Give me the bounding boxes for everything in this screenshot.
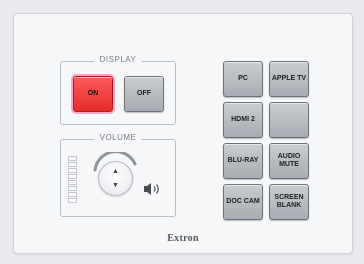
screen-blank-button[interactable]: SCREEN BLANK [269, 184, 309, 220]
speaker-icon [144, 183, 159, 195]
display-group: DISPLAY ON OFF [60, 55, 176, 125]
volume-level-segment [68, 186, 77, 191]
source-button-label: APPLE TV [271, 75, 307, 82]
volume-group-title: VOLUME [94, 133, 142, 142]
source-pc-button[interactable]: PC [223, 61, 263, 97]
volume-level-meter [68, 156, 77, 204]
volume-down-button[interactable]: ▼ [112, 182, 119, 189]
brand-logo: Extron [167, 233, 199, 244]
display-group-title: DISPLAY [94, 55, 142, 64]
volume-level-segment [68, 192, 77, 197]
volume-group: VOLUME ▲ ▼ [60, 133, 176, 217]
volume-level-segment [68, 198, 77, 203]
display-off-label: OFF [137, 90, 151, 97]
volume-level-segment [68, 162, 77, 167]
display-on-label: ON [87, 90, 99, 97]
volume-up-button[interactable]: ▲ [112, 168, 119, 175]
source-button-label: SCREEN BLANK [274, 194, 304, 209]
source-hdmi2-button[interactable]: HDMI 2 [223, 102, 263, 138]
display-off-button[interactable]: OFF [124, 76, 164, 112]
source-doc-cam-button[interactable]: DOC CAM [223, 184, 263, 220]
source-blank-button[interactable] [269, 102, 309, 138]
control-panel: DISPLAY ON OFF VOLUME ▲ ▼ PC APPLE TV HD… [13, 13, 353, 254]
volume-level-segment [68, 156, 77, 161]
volume-level-segment [68, 180, 77, 185]
display-on-button[interactable]: ON [71, 74, 115, 114]
audio-mute-button[interactable]: AUDIO MUTE [269, 143, 309, 179]
source-button-label: AUDIO MUTE [277, 153, 301, 168]
volume-level-segment [68, 168, 77, 173]
source-button-label: PC [238, 75, 248, 82]
volume-dial: ▲ ▼ [98, 161, 133, 196]
source-button-label: DOC CAM [226, 198, 260, 205]
volume-level-segment [68, 174, 77, 179]
source-button-label: HDMI 2 [231, 116, 255, 123]
source-bluray-button[interactable]: BLU-RAY [223, 143, 263, 179]
source-button-label: BLU-RAY [227, 157, 259, 164]
source-apple-tv-button[interactable]: APPLE TV [269, 61, 309, 97]
